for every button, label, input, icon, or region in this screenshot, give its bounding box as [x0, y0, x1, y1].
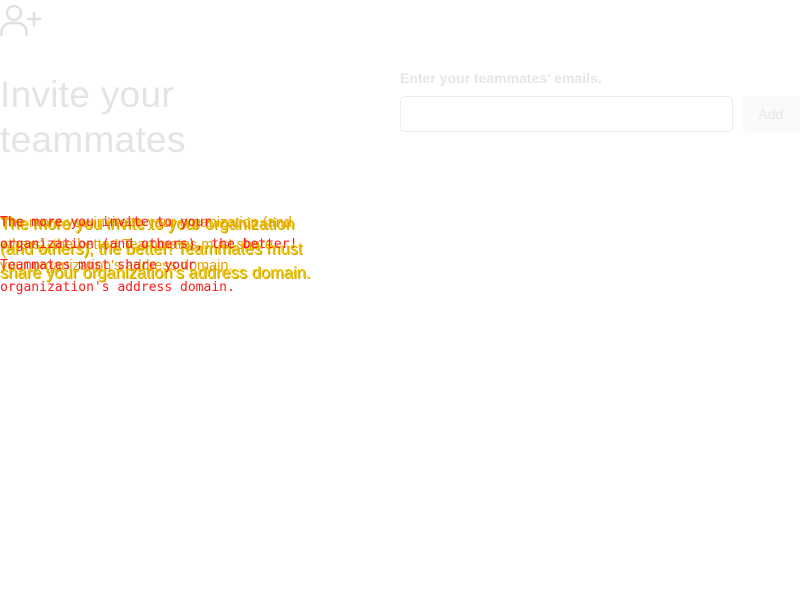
user-plus-icon: [0, 4, 42, 37]
description-text-mono-overlay: The more you invite to your organization…: [0, 215, 298, 295]
emails-input[interactable]: [400, 96, 733, 132]
page-title-line-2: teammates: [0, 119, 186, 160]
email-input-row: Add: [400, 96, 800, 132]
invite-form: Enter your teammates' emails. Add: [400, 70, 800, 132]
page-title: Invite your teammates: [0, 72, 360, 162]
emails-label: Enter your teammates' emails.: [400, 70, 602, 86]
intro-section: Invite your teammates The more you invit…: [0, 72, 360, 322]
invite-teammates-page: Invite your teammates The more you invit…: [0, 0, 800, 600]
page-title-line-1: Invite your: [0, 74, 174, 115]
description-block: The more you invite to your organization…: [0, 212, 360, 322]
add-button[interactable]: Add: [742, 96, 800, 132]
